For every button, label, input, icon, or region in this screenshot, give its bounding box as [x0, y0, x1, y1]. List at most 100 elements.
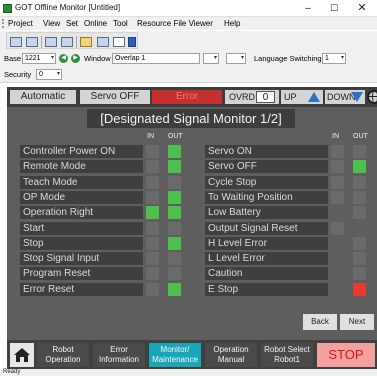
nav-label-line2: Robot1 — [274, 355, 300, 364]
open-icon[interactable] — [26, 37, 38, 47]
signal-label: Remote Mode — [20, 160, 143, 173]
status-bar: Ready — [0, 369, 377, 376]
keyboard-icon[interactable] — [113, 37, 125, 47]
signal-in-lamp — [146, 191, 159, 204]
globe-icon[interactable] — [367, 90, 377, 104]
security-select[interactable]: 0 ▾ — [36, 69, 62, 80]
nav-label-line2: Information — [98, 355, 140, 364]
up-triangle-icon — [308, 92, 320, 102]
signal-in-lamp — [146, 145, 159, 158]
close-button[interactable]: ✕ — [350, 0, 374, 17]
maximize-button[interactable]: ☐ — [322, 0, 346, 17]
nav-label-line1: Operation — [213, 345, 249, 354]
bottom-nav: Robot Operation Error Information Monito… — [7, 340, 377, 369]
signal-label: Teach Mode — [20, 176, 143, 189]
language-select[interactable]: 1 ▾ — [322, 53, 346, 64]
nav-monitor-maintenance[interactable]: Monitor/ Maintenance — [149, 343, 201, 367]
signal-label: Servo OFF — [205, 160, 328, 173]
nav-label-line2: Maintenance — [152, 355, 198, 364]
signal-in-lamp — [146, 267, 159, 280]
back-button[interactable]: Back — [303, 314, 337, 330]
nav-label-line1: Robot — [52, 345, 74, 354]
menu-bar: Project View Set Online Tool Resource Fi… — [0, 17, 377, 30]
nav-error-information[interactable]: Error Information — [93, 343, 145, 367]
nav-operation-manual[interactable]: Operation Manual — [205, 343, 257, 367]
nav-label-line2: Operation — [45, 355, 81, 364]
right-out-header: OUT — [353, 133, 368, 140]
chevron-down-icon: ▾ — [56, 71, 60, 77]
next-button[interactable]: Next — [340, 314, 374, 330]
signal-out-lamp — [353, 191, 366, 204]
minimize-button[interactable]: – — [296, 0, 320, 17]
window-select[interactable]: Overlap 1 — [112, 53, 200, 64]
new-icon[interactable] — [10, 37, 22, 47]
nav-robot-select[interactable]: Robot Select Robot1 — [261, 343, 313, 367]
up-button[interactable]: UP — [281, 90, 323, 104]
security-row: Security 0 ▾ — [0, 67, 377, 83]
toolbar-strip — [6, 32, 138, 49]
window-label: Window — [84, 54, 111, 63]
signal-label: Low Battery — [205, 206, 328, 219]
signal-in-lamp — [146, 160, 159, 173]
ovrd-value[interactable]: 0 — [256, 91, 275, 103]
security-label: Security — [4, 70, 32, 79]
signal-label: E Stop — [205, 283, 328, 296]
signal-out-lamp — [353, 206, 366, 219]
right-in-header: IN — [332, 133, 339, 140]
signal-in-lamp — [331, 160, 344, 173]
signal-in-lamp — [146, 206, 159, 219]
menu-resource-file-viewer[interactable]: Resource File Viewer — [137, 19, 213, 28]
menu-online[interactable]: Online — [84, 19, 107, 28]
signal-label: Caution — [205, 267, 328, 280]
folder-icon[interactable] — [80, 37, 92, 47]
signal-in-lamp — [331, 176, 344, 189]
base-label: Base — [4, 54, 22, 63]
home-button[interactable] — [10, 343, 34, 367]
toolbar — [0, 31, 377, 51]
save-icon[interactable] — [45, 37, 57, 47]
signal-in-lamp — [146, 176, 159, 189]
signal-out-lamp — [168, 267, 181, 280]
next-icon[interactable]: ▶ — [71, 54, 80, 63]
nav-label-line1: Monitor/ — [160, 345, 190, 354]
down-button[interactable]: DOWN — [325, 90, 365, 104]
window-title: GOT Offline Monitor [Untitled] — [15, 3, 121, 12]
signal-out-lamp — [168, 283, 181, 296]
window-value: Overlap 1 — [115, 55, 146, 62]
signal-label: Stop Signal Input — [20, 252, 143, 265]
signal-in-lamp — [146, 222, 159, 235]
dropdown-icon[interactable] — [128, 37, 136, 47]
signal-out-lamp — [168, 160, 181, 173]
nav-label-line1: Robot Select — [264, 345, 310, 354]
page-title: [Designated Signal Monitor 1/2] — [87, 109, 295, 128]
left-in-header: IN — [147, 133, 154, 140]
monitor-icon[interactable] — [97, 37, 109, 47]
menu-set[interactable]: Set — [66, 19, 78, 28]
previous-icon[interactable]: ◀ — [59, 54, 68, 63]
signal-out-lamp — [353, 252, 366, 265]
window-dropdown[interactable]: ▾ — [203, 53, 219, 64]
signal-in-lamp — [331, 191, 344, 204]
toolbar-grip — [2, 19, 4, 28]
menu-project[interactable]: Project — [8, 19, 33, 28]
language-dropdown[interactable]: ▾ — [226, 53, 246, 64]
screen-icon[interactable] — [61, 37, 73, 47]
ovrd-label: OVRD — [229, 92, 256, 102]
home-icon — [14, 348, 30, 362]
base-value: 1221 — [25, 55, 41, 62]
signal-label: Operation Right — [20, 206, 143, 219]
signal-out-lamp — [353, 145, 366, 158]
signal-out-lamp — [353, 176, 366, 189]
base-select[interactable]: 1221 ▾ — [22, 53, 56, 64]
window-titlebar: GOT Offline Monitor [Untitled] – ☐ ✕ — [0, 0, 377, 17]
stop-button[interactable]: STOP — [317, 343, 375, 367]
menu-tool[interactable]: Tool — [113, 19, 128, 28]
signal-label: Stop — [20, 237, 143, 250]
app-icon — [3, 4, 12, 13]
signal-out-lamp — [168, 206, 181, 219]
menu-help[interactable]: Help — [224, 19, 240, 28]
up-label: UP — [284, 92, 297, 102]
signal-in-lamp — [331, 222, 344, 235]
nav-robot-operation[interactable]: Robot Operation — [37, 343, 89, 367]
menu-view[interactable]: View — [43, 19, 60, 28]
